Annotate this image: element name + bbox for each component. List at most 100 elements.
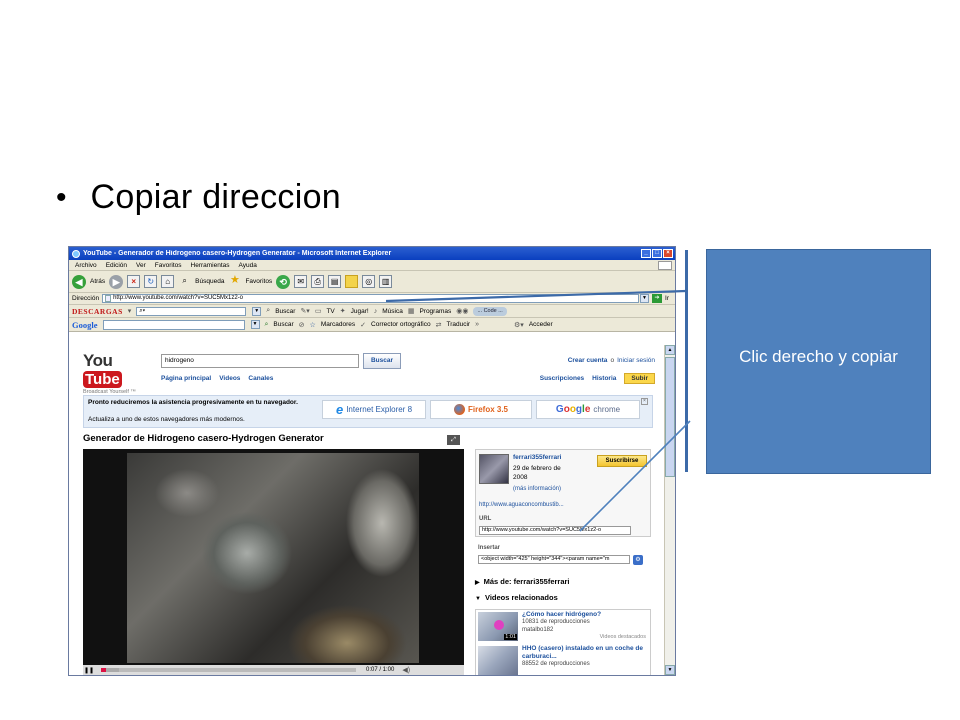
forward-arrow-icon[interactable]: ▶ [109,274,124,289]
google-dropdown-icon[interactable]: ▼ [250,320,260,329]
video-player[interactable]: ❚❚ 0:07 / 1:00 ◀) [83,449,464,675]
edit-icon[interactable]: ▤ [328,275,342,288]
chrome-download[interactable]: Google chrome [536,400,640,419]
settings-icon[interactable]: ⚙▾ [514,321,524,329]
mail-icon[interactable]: ✉ [294,275,308,288]
google-acceder[interactable]: Acceder [529,321,553,328]
home-icon[interactable]: ⌂ [161,275,175,288]
favorites-label[interactable]: Favoritos [245,278,272,285]
related-item[interactable]: 1:01 ¿Cómo hacer hidrógeno? 10831 de rep… [478,610,648,644]
related-heading[interactable]: ▼ Videos relacionados [475,593,558,602]
related-user[interactable]: matalbo182 [522,627,553,633]
folder-icon[interactable] [345,275,359,288]
menu-herramientas[interactable]: Herramientas [191,262,230,269]
menu-edicion[interactable]: Edición [106,262,127,269]
upload-button[interactable]: Subir [624,373,655,384]
google-logo[interactable]: Google [72,320,98,330]
related-thumbnail[interactable] [478,646,518,675]
related-title[interactable]: HHO (casero) instalado en un coche de ca… [522,645,646,661]
popup-blocker-icon[interactable]: ⊘ [299,321,305,329]
subscriptions-link[interactable]: Suscripciones [540,375,584,382]
descargas-musica[interactable]: Música [382,308,403,315]
google-corrector[interactable]: Corrector ortográfico [371,321,431,328]
favorites-star-icon[interactable]: ★ [228,275,241,288]
nav-videos[interactable]: Videos [219,375,240,382]
youtube-logo[interactable]: YouTube Broadcast Yourself ™ [83,351,149,395]
translate-icon[interactable]: ⇄ [436,321,442,329]
uploader-avatar[interactable] [479,454,509,484]
url-field[interactable]: http://www.youtube.com/watch?v=SUC5Mx1z2… [479,526,631,535]
descargas-search-input[interactable]: ⌕▾ [136,306,247,316]
address-input[interactable]: http://www.youtube.com/watch?v=SUC5Mx1z2… [102,294,640,303]
related-item[interactable]: HHO (casero) instalado en un coche de ca… [478,644,648,675]
search-label[interactable]: Búsqueda [195,278,224,285]
subscribe-button[interactable]: Suscribirse [597,455,647,467]
pause-icon[interactable]: ❚❚ [83,667,95,674]
google-search-icon[interactable]: ⌕ [265,321,269,329]
menu-archivo[interactable]: Archivo [75,262,97,269]
search-icon[interactable]: ⌕ [266,307,270,315]
history-icon[interactable]: ⟲ [276,274,291,289]
embed-settings-icon[interactable]: ⚙ [633,555,643,565]
google-search-input[interactable] [102,319,245,330]
menu-ver[interactable]: Ver [136,262,146,269]
google-traducir[interactable]: Traducir [447,321,471,328]
go-button[interactable]: Ir [665,295,669,302]
descargas-programas[interactable]: Programas [419,308,451,315]
descargas-buscar[interactable]: Buscar [275,308,295,315]
create-account-link[interactable]: Crear cuenta [568,357,608,364]
google-marcadores[interactable]: Marcadores [321,321,355,328]
maximize-button[interactable]: □ [652,249,662,258]
dropdown-icon[interactable]: ▾ [128,307,132,315]
page-scrollbar[interactable]: ▲ ▼ [664,345,675,675]
related-title[interactable]: ¿Cómo hacer hidrógeno? [522,611,646,619]
firefox-download[interactable]: Firefox 3.5 [430,400,532,419]
login-link[interactable]: Iniciar sesión [617,357,655,364]
embed-field[interactable]: <object width="425" height="344"><param … [478,555,630,564]
scroll-thumb[interactable] [665,357,675,477]
music-icon[interactable]: ♪ [374,308,378,315]
research-icon[interactable]: ▥ [379,275,393,288]
descargas-jugar[interactable]: Jugar! [351,308,369,315]
uploader-link[interactable]: http://www.aguaconcombustib... [479,502,564,508]
nav-home[interactable]: Página principal [161,375,211,382]
related-thumbnail[interactable]: 1:01 [478,612,518,641]
uploader-name[interactable]: ferrari355ferrari [513,454,561,461]
scroll-down-icon[interactable]: ▼ [665,665,675,675]
messenger-icon[interactable]: ◎ [362,275,376,288]
spellcheck-icon[interactable]: ✓ [360,321,366,329]
games-icon[interactable]: ✦ [340,307,346,315]
nav-channels[interactable]: Canales [248,375,273,382]
menu-favoritos[interactable]: Favoritos [155,262,182,269]
youtube-search-button[interactable]: Buscar [363,353,401,369]
back-label[interactable]: Atrás [90,278,105,285]
code-pill[interactable]: ... Code ... [473,306,507,316]
scroll-up-icon[interactable]: ▲ [665,345,675,355]
programs-icon[interactable]: ▦ [408,307,415,315]
history-link[interactable]: Historia [592,375,616,382]
stop-icon[interactable]: × [127,275,141,288]
address-dropdown-icon[interactable]: ▼ [640,294,650,303]
go-arrow-icon[interactable]: ➔ [652,294,663,303]
tools-icon[interactable]: ✎▾ [300,307,309,315]
google-buscar[interactable]: Buscar [273,321,293,328]
back-arrow-icon[interactable]: ◀ [72,274,86,289]
search-icon[interactable]: ⌕ [178,275,191,288]
tv-icon[interactable]: ▭ [315,307,322,315]
menu-ayuda[interactable]: Ayuda [239,262,257,269]
print-icon[interactable]: ⎙ [311,275,325,288]
descargas-label[interactable]: DESCARGAS [72,307,123,316]
progress-track[interactable] [101,668,356,672]
media-icon[interactable]: ◉◉ [456,307,468,315]
descargas-tv[interactable]: TV [326,308,334,315]
more-from-heading[interactable]: ▶ Más de: ferrari355ferrari [475,577,570,586]
descargas-dropdown-icon[interactable]: ▼ [252,306,262,316]
ie8-download[interactable]: e Internet Explorer 8 [322,400,426,419]
volume-icon[interactable]: ◀) [402,666,410,674]
minimize-button[interactable]: _ [641,249,651,258]
refresh-icon[interactable]: ↻ [144,275,158,288]
bookmark-star-icon[interactable]: ☆ [310,321,316,329]
notice-close-icon[interactable]: × [641,398,648,405]
close-button[interactable]: × [663,249,673,258]
video-frame[interactable] [127,453,419,663]
